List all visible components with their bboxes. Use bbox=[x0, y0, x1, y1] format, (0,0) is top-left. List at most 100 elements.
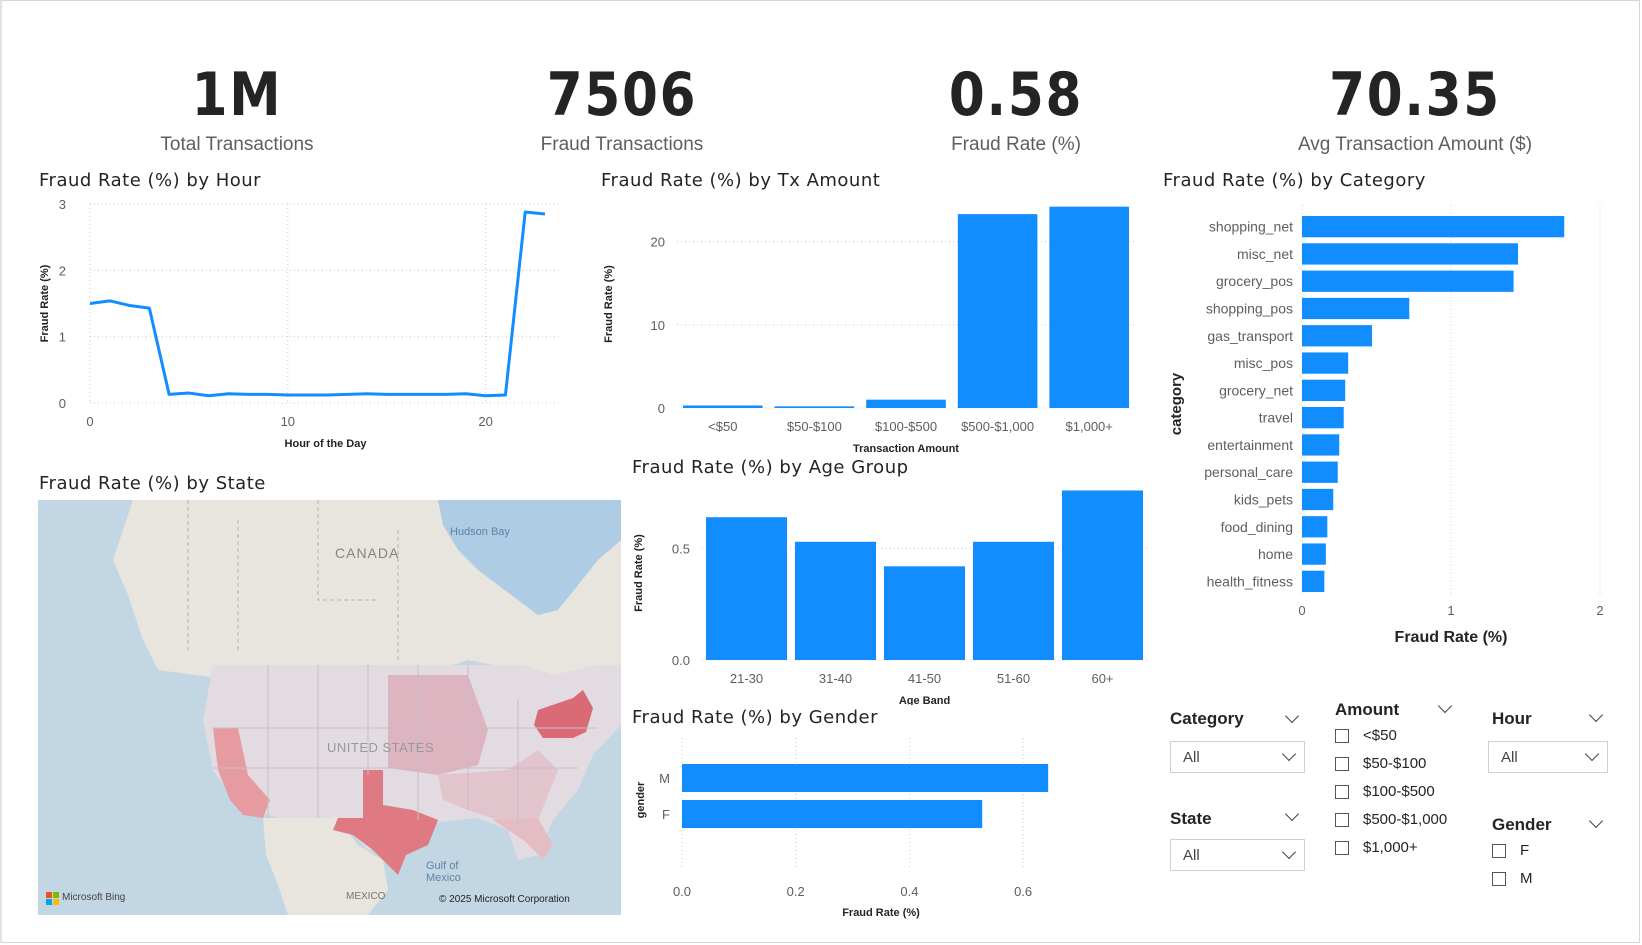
kpi-label: Fraud Rate (%) bbox=[951, 134, 1081, 155]
chevron-down-icon[interactable] bbox=[1588, 707, 1604, 723]
x-tick-label: $500-$1,000 bbox=[961, 419, 1034, 434]
bar bbox=[1302, 434, 1340, 456]
bing-logo-text: Microsoft Bing bbox=[62, 892, 126, 903]
dropdown-value: All bbox=[1183, 749, 1200, 766]
y-axis-label: Fraud Rate (%) bbox=[633, 534, 645, 612]
x-tick-label: $100-$500 bbox=[875, 419, 937, 434]
chevron-down-icon[interactable] bbox=[1588, 813, 1604, 829]
hour-dropdown[interactable]: All bbox=[1488, 741, 1608, 773]
y-tick-label: 0.0 bbox=[672, 653, 690, 668]
map-canvas bbox=[113, 500, 621, 915]
y-tick-label: entertainment bbox=[1207, 437, 1293, 453]
bar bbox=[1062, 490, 1143, 660]
bar bbox=[1302, 352, 1349, 374]
x-tick-label: 51-60 bbox=[997, 671, 1030, 686]
age-chart-title: Fraud Rate (%) by Age Group bbox=[632, 457, 909, 478]
category-dropdown[interactable]: All bbox=[1170, 741, 1305, 773]
x-tick-label: 10 bbox=[281, 414, 295, 429]
dropdown-value: All bbox=[1501, 749, 1518, 766]
kpi-label: Fraud Transactions bbox=[540, 134, 704, 155]
y-tick-label: 0 bbox=[658, 401, 665, 416]
chevron-down-icon[interactable] bbox=[1284, 708, 1300, 724]
gender-slicer[interactable]: Gender F M bbox=[1492, 813, 1610, 895]
map-label-hudson-bay: Hudson Bay bbox=[450, 526, 510, 538]
hour-line-chart[interactable]: 0 1 2 3 0 10 20 Hour of the Day Fraud Rate (%) bbox=[30, 195, 590, 470]
y-tick-label: grocery_pos bbox=[1216, 273, 1293, 289]
y-axis-label: gender bbox=[635, 781, 647, 818]
bar bbox=[973, 541, 1054, 660]
gender-chart-title: Fraud Rate (%) by Gender bbox=[632, 707, 879, 728]
kpi-avg-transaction-amount: 70.35 Avg Transaction Amount ($) bbox=[1245, 58, 1585, 156]
x-tick-label: 0 bbox=[86, 414, 93, 429]
checkbox[interactable] bbox=[1492, 844, 1506, 858]
y-tick-label: 0.5 bbox=[672, 541, 690, 556]
option-label: M bbox=[1520, 870, 1533, 887]
kpi-value: 70.35 bbox=[1329, 60, 1501, 130]
bar bbox=[1302, 297, 1410, 320]
checkbox[interactable] bbox=[1492, 872, 1506, 886]
x-tick-label: 31-40 bbox=[819, 671, 852, 686]
gender-bar-chart[interactable]: 0.0 0.2 0.4 0.6 M F Fraud Rate (%) gender bbox=[630, 730, 1085, 920]
y-tick-label: 20 bbox=[651, 235, 665, 250]
y-tick-label: M bbox=[659, 771, 670, 786]
checkbox[interactable] bbox=[1335, 841, 1349, 855]
hour-slicer[interactable]: Hour All bbox=[1488, 705, 1608, 777]
option-label: $100-$500 bbox=[1363, 783, 1435, 800]
x-tick-label: <$50 bbox=[708, 419, 737, 434]
x-tick-label: 0 bbox=[1298, 603, 1305, 618]
state-filled-map[interactable]: CANADA Hudson Bay UNITED STATES Gulf of … bbox=[38, 500, 621, 915]
y-axis-label: Fraud Rate (%) bbox=[603, 265, 615, 343]
age-bar-chart[interactable]: 0.0 0.5 21-30 31-40 41-50 51-60 60+ Age Band Fra… bbox=[630, 480, 1155, 705]
bar bbox=[774, 406, 855, 408]
slicer-title: Category bbox=[1170, 709, 1244, 728]
chevron-down-icon bbox=[1281, 844, 1297, 860]
y-tick-label: shopping_net bbox=[1209, 219, 1293, 235]
y-tick-label: 10 bbox=[651, 318, 665, 333]
kpi-value: 7506 bbox=[546, 60, 698, 130]
state-slicer[interactable]: State All bbox=[1170, 805, 1305, 877]
checkbox[interactable] bbox=[1335, 757, 1349, 771]
bar bbox=[683, 405, 763, 408]
chevron-down-icon[interactable] bbox=[1437, 698, 1453, 714]
x-axis-label: Hour of the Day bbox=[285, 438, 368, 450]
bar bbox=[1302, 243, 1519, 265]
y-axis-label: Fraud Rate (%) bbox=[39, 264, 51, 342]
x-tick-label: 41-50 bbox=[908, 671, 941, 686]
x-tick-label: $50-$100 bbox=[787, 419, 842, 434]
kpi-fraud-transactions: 7506 Fraud Transactions bbox=[452, 58, 792, 156]
category-bar-chart[interactable]: 0 1 2 shopping_net misc_net grocery_posshoppi… bbox=[1160, 195, 1620, 670]
checkbox[interactable] bbox=[1335, 813, 1349, 827]
checkbox[interactable] bbox=[1335, 729, 1349, 743]
y-tick-label: 3 bbox=[59, 197, 66, 212]
checkbox[interactable] bbox=[1335, 785, 1349, 799]
fraud-rate-line bbox=[89, 210, 546, 398]
x-axis-label: Fraud Rate (%) bbox=[1395, 629, 1508, 646]
kpi-total-transactions: 1M Total Transactions bbox=[67, 58, 407, 156]
dropdown-value: All bbox=[1183, 847, 1200, 864]
map-label-united-states: UNITED STATES bbox=[327, 740, 435, 755]
y-tick-label: food_dining bbox=[1221, 519, 1293, 535]
category-slicer[interactable]: Category All bbox=[1170, 705, 1305, 777]
amount-bar-chart[interactable]: 0 10 20 <$50 $50-$100 $100-$500 $500-$1,000 $1,… bbox=[600, 195, 1150, 455]
chevron-down-icon[interactable] bbox=[1284, 806, 1300, 822]
bar bbox=[1302, 516, 1328, 538]
map-title: Fraud Rate (%) by State bbox=[39, 473, 266, 494]
bar bbox=[1302, 379, 1346, 401]
x-tick-label: 2 bbox=[1596, 603, 1603, 618]
map-copyright: © 2025 Microsoft Corporation bbox=[439, 894, 570, 905]
y-tick-label: F bbox=[662, 807, 670, 822]
y-tick-label: 2 bbox=[59, 263, 66, 278]
bar bbox=[866, 399, 946, 408]
x-tick-label: 0.2 bbox=[787, 884, 805, 899]
state-dropdown[interactable]: All bbox=[1170, 839, 1305, 871]
amount-slicer[interactable]: Amount <$50 $50-$100 $100-$500 $500-$1,0… bbox=[1335, 698, 1455, 870]
bar bbox=[1302, 270, 1514, 292]
x-axis-label: Transaction Amount bbox=[853, 443, 959, 455]
map-label-mexico: MEXICO bbox=[346, 891, 386, 902]
y-tick-label: grocery_net bbox=[1219, 382, 1293, 398]
kpi-value: 0.58 bbox=[948, 60, 1084, 130]
slicer-title: State bbox=[1170, 809, 1212, 828]
bar bbox=[682, 800, 983, 828]
x-tick-label: 0.0 bbox=[673, 884, 691, 899]
kpi-label: Total Transactions bbox=[160, 134, 314, 155]
